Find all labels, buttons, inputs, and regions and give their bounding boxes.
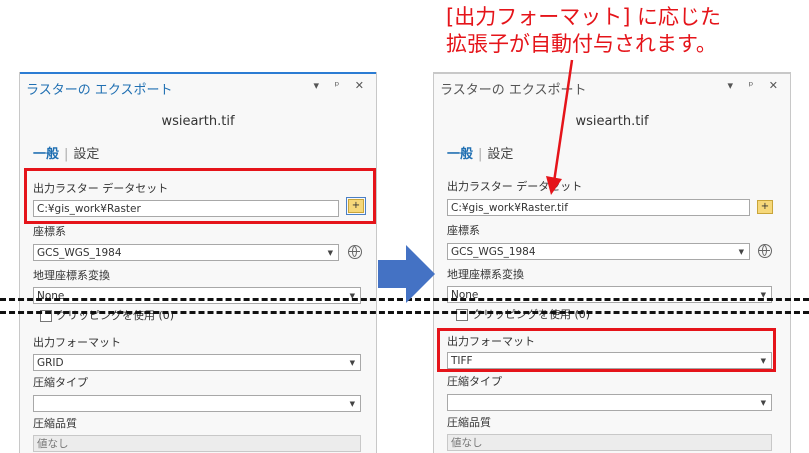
compression-type-select[interactable]: ▼ bbox=[447, 394, 772, 411]
tab-general[interactable]: 一般 bbox=[447, 147, 473, 162]
globe-icon[interactable] bbox=[758, 244, 772, 258]
cut-line-bottom bbox=[0, 311, 809, 314]
globe-icon[interactable] bbox=[348, 245, 362, 259]
compression-quality-label: 圧縮品質 bbox=[447, 416, 491, 429]
chevron-down-icon: ▼ bbox=[349, 400, 355, 408]
output-raster-input[interactable]: C:¥gis_work¥Raster.tif bbox=[447, 199, 750, 216]
coord-system-select[interactable]: GCS_WGS_1984 ▼ bbox=[33, 244, 339, 261]
coord-system-select[interactable]: GCS_WGS_1984 ▼ bbox=[447, 243, 750, 260]
coord-system-value: GCS_WGS_1984 bbox=[37, 247, 122, 259]
tab-settings[interactable]: 設定 bbox=[73, 147, 99, 162]
clip-checkbox[interactable]: クリッピングを使用 (0) bbox=[456, 306, 590, 322]
export-raster-panel-before: ラスターの エクスポート ▾ ᵖ ✕ wsiearth.tif 一般 | 設定 出力… bbox=[19, 72, 377, 453]
panel-controls[interactable]: ▾ ᵖ ✕ bbox=[314, 79, 370, 92]
compression-type-label: 圧縮タイプ bbox=[33, 376, 88, 389]
callout-line-1: [出力フォーマット] に応じた bbox=[446, 5, 722, 29]
callout-pointer-arrow bbox=[546, 59, 574, 195]
panel-active-border bbox=[20, 72, 376, 74]
clip-checkbox-label: クリッピングを使用 (0) bbox=[472, 308, 591, 321]
compression-quality-input: 値なし bbox=[447, 434, 772, 451]
chevron-down-icon: ▼ bbox=[738, 248, 744, 256]
chevron-down-icon: ▼ bbox=[349, 292, 355, 300]
tab-settings[interactable]: 設定 bbox=[487, 147, 513, 162]
callout-text: [出力フォーマット] に応じた 拡張子が自動付与されます。 bbox=[446, 4, 806, 58]
chevron-down-icon: ▼ bbox=[349, 359, 355, 367]
panel-title: ラスターの エクスポート bbox=[26, 83, 173, 98]
arrow-right-icon bbox=[378, 245, 435, 303]
geo-transform-label: 地理座標系変換 bbox=[447, 268, 524, 281]
output-format-label: 出力フォーマット bbox=[33, 336, 121, 349]
coord-system-value: GCS_WGS_1984 bbox=[451, 246, 536, 258]
clip-checkbox[interactable]: クリッピングを使用 (0) bbox=[40, 307, 174, 323]
panel-controls[interactable]: ▾ ᵖ ✕ bbox=[728, 79, 784, 92]
geo-transform-select[interactable]: None ▼ bbox=[33, 287, 361, 304]
compression-type-label: 圧縮タイプ bbox=[447, 375, 502, 388]
highlight-output-raster-before bbox=[24, 168, 376, 224]
output-format-select[interactable]: GRID ▼ bbox=[33, 354, 361, 371]
callout-line-2: 拡張子が自動付与されます。 bbox=[446, 32, 717, 56]
compression-type-select[interactable]: ▼ bbox=[33, 395, 361, 412]
compression-quality-input: 値なし bbox=[33, 435, 361, 452]
panel-inactive-border bbox=[434, 72, 790, 74]
input-file-name: wsiearth.tif bbox=[575, 114, 649, 129]
tab-bar: 一般 | 設定 bbox=[33, 147, 100, 162]
browse-folder-icon[interactable]: + bbox=[757, 200, 773, 214]
coord-system-label: 座標系 bbox=[33, 225, 66, 238]
chevron-down-icon: ▼ bbox=[760, 399, 766, 407]
coord-system-label: 座標系 bbox=[447, 224, 480, 237]
geo-transform-label: 地理座標系変換 bbox=[33, 269, 110, 282]
output-format-value: GRID bbox=[37, 357, 64, 369]
input-file-name: wsiearth.tif bbox=[161, 114, 235, 129]
compression-quality-label: 圧縮品質 bbox=[33, 417, 77, 430]
highlight-output-format-after bbox=[437, 328, 776, 372]
tab-general[interactable]: 一般 bbox=[33, 147, 59, 162]
chevron-down-icon: ▼ bbox=[327, 249, 333, 257]
tab-bar: 一般 | 設定 bbox=[447, 147, 514, 162]
export-raster-panel-after: ラスターの エクスポート ▾ ᵖ ✕ wsiearth.tif 一般 | 設定 出力… bbox=[433, 72, 791, 453]
